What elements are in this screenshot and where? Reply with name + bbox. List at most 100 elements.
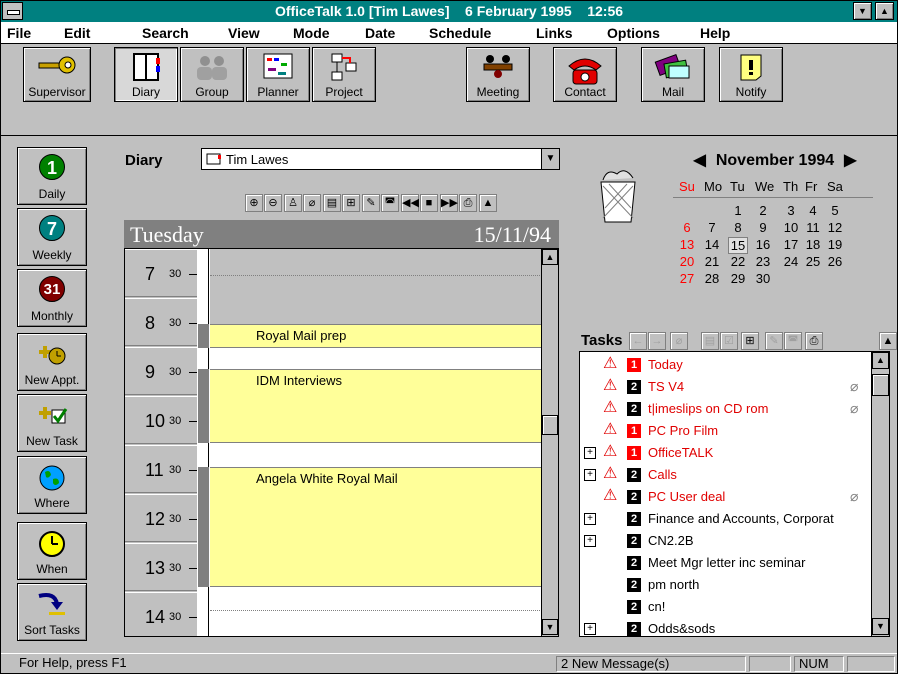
- appointment[interactable]: IDM Interviews: [210, 369, 544, 443]
- menu-options[interactable]: Options: [607, 25, 660, 41]
- task-row[interactable]: ⚠ 1 Today: [580, 354, 870, 376]
- calendar-day[interactable]: 26: [825, 254, 845, 269]
- rewind-icon[interactable]: ◀◀: [401, 194, 419, 212]
- task-row[interactable]: 2 pm north: [580, 574, 870, 596]
- supervisor-button[interactable]: Supervisor: [23, 47, 91, 102]
- calendar-day[interactable]: 29: [728, 271, 748, 286]
- menu-help[interactable]: Help: [700, 25, 730, 41]
- expand-tree-icon[interactable]: +: [584, 623, 596, 635]
- menu-links[interactable]: Links: [536, 25, 573, 41]
- meeting-button[interactable]: Meeting: [466, 47, 530, 102]
- expand-tree-icon[interactable]: +: [584, 513, 596, 525]
- calendar-day[interactable]: 14: [702, 237, 722, 252]
- diary-button[interactable]: Diary: [114, 47, 178, 102]
- scroll-up-icon[interactable]: ▲: [879, 332, 897, 350]
- title-bar[interactable]: OfficeTalk 1.0 [Tim Lawes] 6 February 19…: [1, 1, 897, 22]
- calendar-day[interactable]: 11: [803, 220, 823, 235]
- scroll-up-arrow-icon[interactable]: ▲: [542, 249, 558, 265]
- calendar-day[interactable]: 16: [753, 237, 773, 252]
- calendar-day[interactable]: 1: [728, 203, 748, 218]
- back-arrow-icon[interactable]: ←: [629, 332, 647, 350]
- checkbox-icon[interactable]: ☑: [720, 332, 738, 350]
- calendar-day[interactable]: 6: [677, 220, 697, 235]
- calendar-day[interactable]: 17: [781, 237, 801, 252]
- calendar-day[interactable]: 22: [728, 254, 748, 269]
- monthly-view-button[interactable]: 31 Monthly: [17, 269, 87, 327]
- document-icon[interactable]: ▤: [323, 194, 341, 212]
- calendar-day[interactable]: 30: [753, 271, 773, 286]
- menu-view[interactable]: View: [228, 25, 260, 41]
- scroll-up-icon[interactable]: ▲: [479, 194, 497, 212]
- dropdown-arrow-icon[interactable]: ▼: [541, 149, 559, 169]
- task-row[interactable]: ⚠ 2 TS V4 ⌀: [580, 376, 870, 398]
- diary-scrollbar[interactable]: ▲ ▼: [541, 249, 558, 636]
- task-list[interactable]: ⚠ 1 Today ⚠ 2 TS V4 ⌀ ⚠ 2 t|imeslips on CD rom ⌀ ⚠ 1…: [579, 351, 890, 637]
- diary-owner-combo[interactable]: Tim Lawes ▼: [201, 148, 560, 170]
- bell-icon[interactable]: ♙: [284, 194, 302, 212]
- calendar-day[interactable]: 23: [753, 254, 773, 269]
- stop-icon[interactable]: ■: [420, 194, 438, 212]
- scroll-up-arrow-icon[interactable]: ▲: [872, 352, 889, 369]
- mail-button[interactable]: Mail: [641, 47, 705, 102]
- appointment[interactable]: Royal Mail prep: [210, 324, 544, 348]
- task-row[interactable]: +2 CN2.2B: [580, 530, 870, 552]
- calendar-day[interactable]: 20: [677, 254, 697, 269]
- weekly-view-button[interactable]: 7 Weekly: [17, 208, 87, 266]
- printer-icon[interactable]: ⎙: [459, 194, 477, 212]
- new-task-button[interactable]: New Task: [17, 394, 87, 452]
- calendar-day[interactable]: 4: [803, 203, 823, 218]
- task-row[interactable]: 2 cn!: [580, 596, 870, 618]
- sort-tasks-button[interactable]: Sort Tasks: [17, 583, 87, 641]
- task-row[interactable]: ⚠ 2 t|imeslips on CD rom ⌀: [580, 398, 870, 420]
- calendar-day[interactable]: 24: [781, 254, 801, 269]
- task-row[interactable]: +2 Finance and Accounts, Corporat: [580, 508, 870, 530]
- prev-month-icon[interactable]: ◀: [694, 152, 706, 169]
- project-button[interactable]: Project: [312, 47, 376, 102]
- task-row[interactable]: +2 Odds&sods: [580, 618, 870, 636]
- next-month-icon[interactable]: ▶: [844, 152, 856, 169]
- task-row[interactable]: + ⚠ 1 OfficeTALK: [580, 442, 870, 464]
- zoom-in-icon[interactable]: ⊕: [245, 194, 263, 212]
- lock-icon[interactable]: ◚: [784, 332, 802, 350]
- expand-tree-icon[interactable]: +: [584, 469, 596, 481]
- calendar-day[interactable]: 21: [702, 254, 722, 269]
- menu-file[interactable]: File: [7, 25, 31, 41]
- where-button[interactable]: Where: [17, 456, 87, 514]
- waste-bin-icon[interactable]: [595, 164, 641, 226]
- expand-icon[interactable]: ⊞: [342, 194, 360, 212]
- scroll-thumb[interactable]: [872, 374, 889, 396]
- scroll-thumb[interactable]: [542, 415, 558, 435]
- printer-icon[interactable]: ⎙: [805, 332, 823, 350]
- minimize-button[interactable]: ▼: [853, 2, 872, 20]
- calendar-day[interactable]: 10: [781, 220, 801, 235]
- daily-view-button[interactable]: 1 Daily: [17, 147, 87, 205]
- pen-icon[interactable]: ✎: [362, 194, 380, 212]
- calendar-day[interactable]: 27: [677, 271, 697, 286]
- calendar-day[interactable]: 28: [702, 271, 722, 286]
- paperclip-icon[interactable]: ⌀: [670, 332, 688, 350]
- menu-schedule[interactable]: Schedule: [429, 25, 491, 41]
- notify-button[interactable]: Notify: [719, 47, 783, 102]
- pen-icon[interactable]: ✎: [765, 332, 783, 350]
- menu-date[interactable]: Date: [365, 25, 395, 41]
- task-row[interactable]: 2 Meet Mgr letter inc seminar: [580, 552, 870, 574]
- task-row[interactable]: ⚠ 2 PC User deal ⌀: [580, 486, 870, 508]
- calendar-day[interactable]: 25: [803, 254, 823, 269]
- scroll-down-arrow-icon[interactable]: ▼: [872, 618, 889, 635]
- calendar-day[interactable]: 19: [825, 237, 845, 252]
- menu-mode[interactable]: Mode: [293, 25, 330, 41]
- paperclip-icon[interactable]: ⌀: [303, 194, 321, 212]
- task-row[interactable]: + ⚠ 2 Calls: [580, 464, 870, 486]
- task-row[interactable]: ⚠ 1 PC Pro Film: [580, 420, 870, 442]
- lock-icon[interactable]: ◚: [381, 194, 399, 212]
- calendar-day[interactable]: 5: [825, 203, 845, 218]
- calendar-day[interactable]: 8: [728, 220, 748, 235]
- menu-edit[interactable]: Edit: [64, 25, 90, 41]
- expand-icon[interactable]: ⊞: [741, 332, 759, 350]
- planner-button[interactable]: Planner: [246, 47, 310, 102]
- forward-arrow-icon[interactable]: →: [648, 332, 666, 350]
- document-icon[interactable]: ▤: [701, 332, 719, 350]
- new-appointment-button[interactable]: New Appt.: [17, 333, 87, 391]
- calendar-day[interactable]: 2: [753, 203, 773, 218]
- zoom-out-icon[interactable]: ⊖: [264, 194, 282, 212]
